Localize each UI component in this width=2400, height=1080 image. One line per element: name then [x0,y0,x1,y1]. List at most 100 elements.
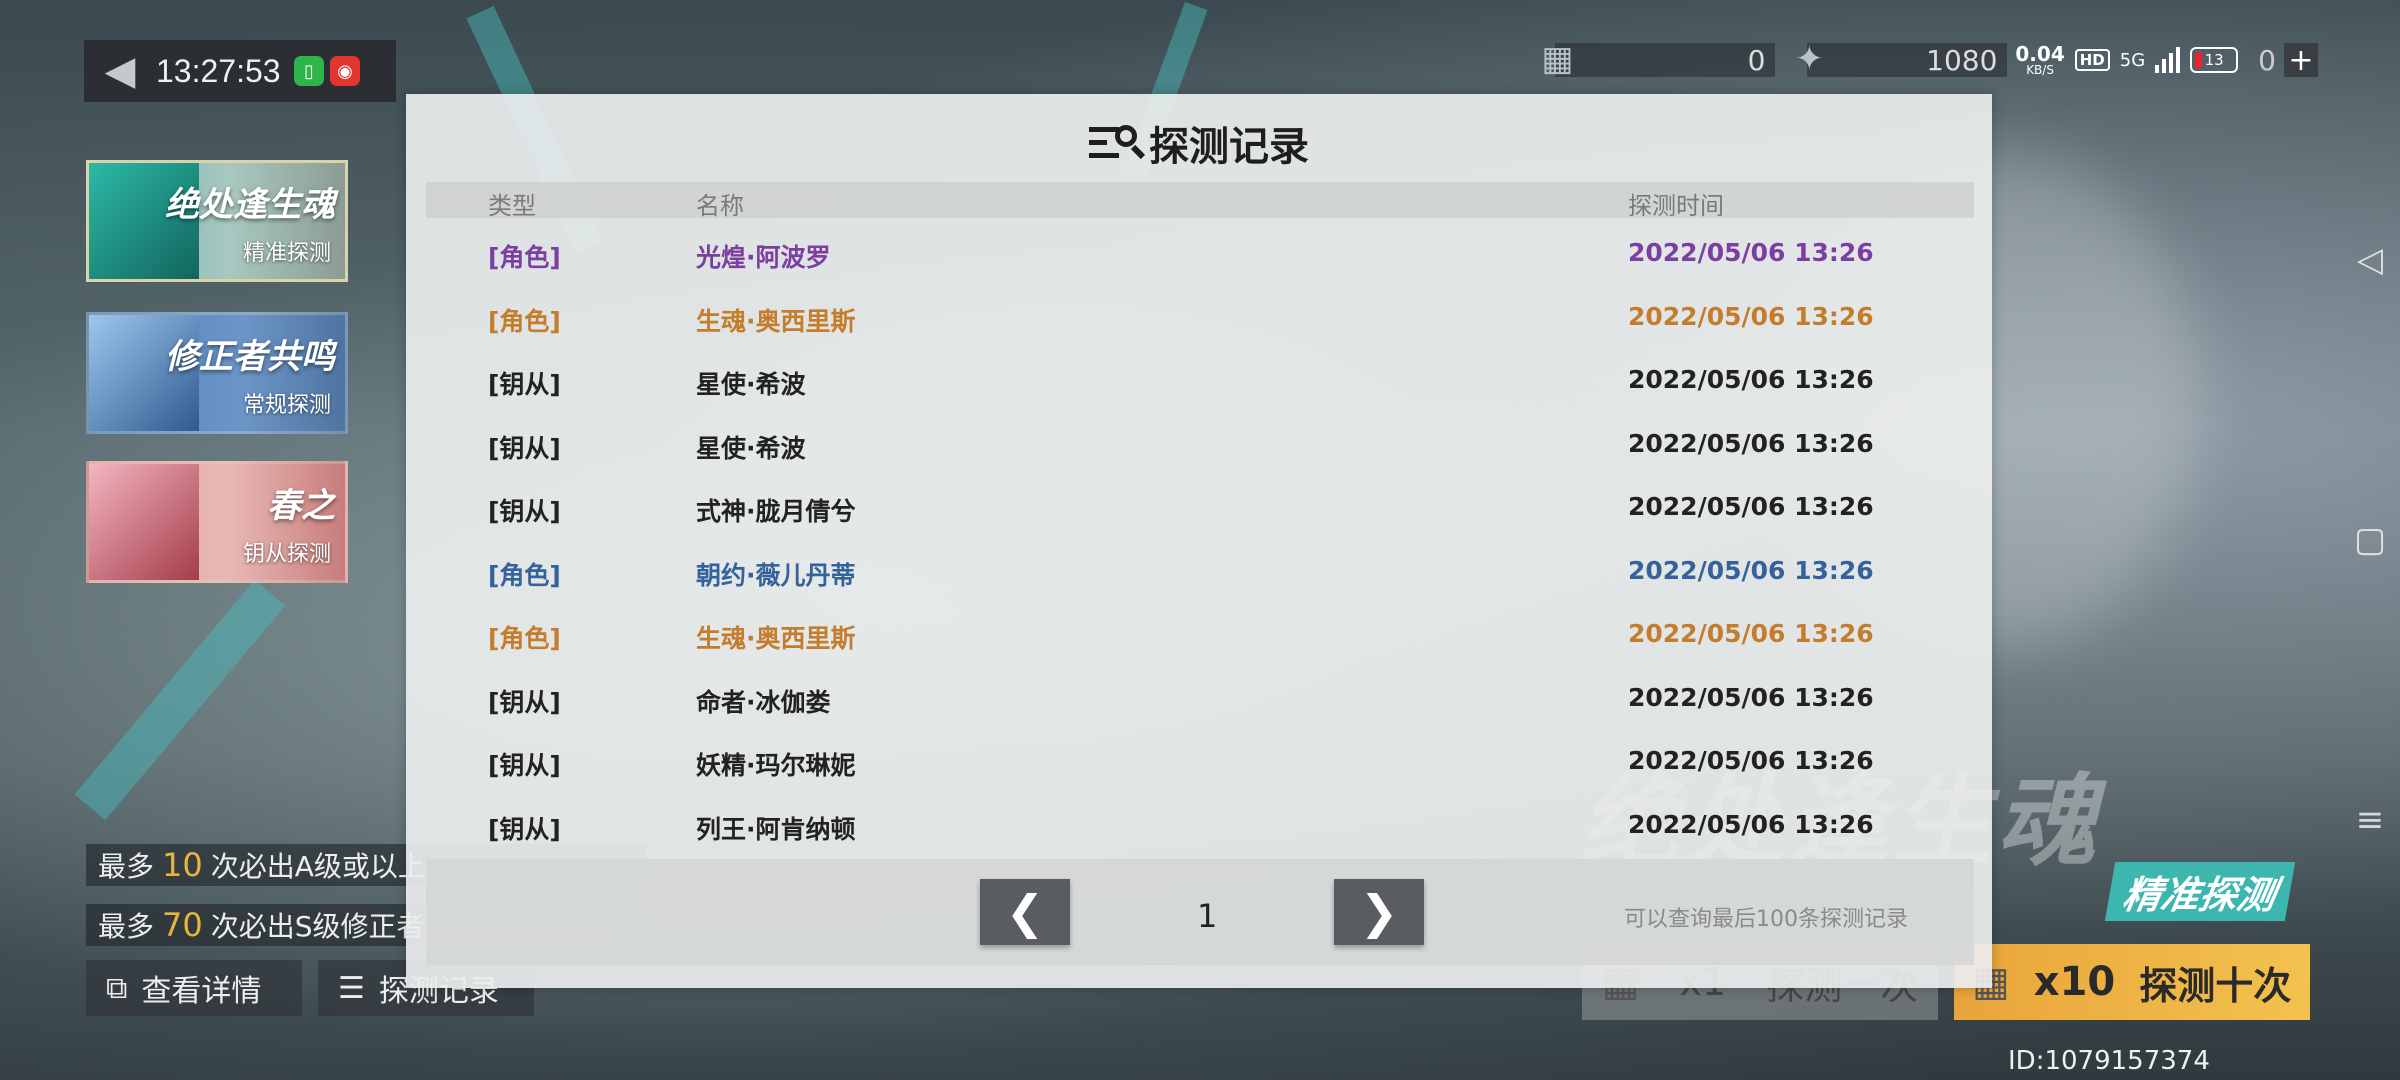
battery-level: 13 [2204,51,2224,69]
nav-back-icon[interactable]: ◁ [2357,240,2383,280]
header-name: 名称 [696,192,744,220]
add-currency: 0 + [2258,43,2318,78]
modal-title: 探测记录 [406,114,1992,172]
currency-value: 1080 [1926,43,1998,77]
header-time: 探测时间 [1628,192,1724,220]
row-name: 命者·冰伽娄 [696,687,831,717]
system-nav: ◁ ▢ ≡ [2340,240,2400,840]
row-type: [钥从] [488,497,561,526]
net-speed-unit: KB/S [2026,63,2054,77]
row-type: [钥从] [488,814,561,844]
row-time: 2022/05/06 13:26 [1628,809,1874,839]
table-row: [角色] 生魂·奥西里斯 2022/05/06 13:26 [426,605,1974,669]
row-time: 2022/05/06 13:26 [1628,238,1874,267]
row-name: 星使·希波 [696,370,806,399]
prev-page-button[interactable]: ❮ [980,879,1070,945]
row-type: [角色] [488,306,561,336]
table-row: [钥从] 星使·希波 2022/05/06 13:26 [426,351,1974,415]
row-name: 朝约·薇儿丹蒂 [696,560,856,590]
row-time: 2022/05/06 13:26 [1628,365,1874,394]
battery-icon: 13 [2190,47,2239,73]
nav-menu-icon[interactable]: ≡ [2356,800,2385,840]
currency-counter-crystal: ✦ 1080 [1795,39,2008,79]
banner-precise-detection[interactable]: 绝处逢生魂 精准探测 [86,160,348,282]
hd-icon: HD [2074,49,2110,71]
top-left-bar: ◀ 13:27:53 ▯ ◉ [84,40,396,102]
row-name: 列王·阿肯纳顿 [696,814,856,844]
table-row: [钥从] 命者·冰伽娄 2022/05/06 13:26 [426,669,1974,733]
pull-ten-label: 探测十次 [2139,963,2292,1008]
notification-icons: ▯ ◉ [294,56,360,86]
row-type: [钥从] [488,370,561,399]
net-speed-value: 0.04 [2015,42,2065,66]
pagination: ❮ 1 ❯ 可以查询最后100条探测记录 [426,859,1974,965]
banner-title: 绝处逢生魂 [165,185,335,225]
details-icon: ⧉ [106,970,128,1006]
row-name: 妖精·玛尔琳妮 [696,751,856,780]
row-time: 2022/05/06 13:26 [1628,428,1874,458]
row-type: [钥从] [488,751,561,780]
modal-title-text: 探测记录 [1149,124,1309,170]
nav-home-icon[interactable]: ▢ [2354,520,2386,560]
precise-detection-tag: 精准探测 [2104,862,2296,921]
table-row: [钥从] 式神·胧月倩兮 2022/05/06 13:26 [426,478,1974,542]
banner-regular-detection[interactable]: 修正者共鸣 常规探测 [86,312,348,434]
pull-ten-count: x10 [2033,959,2116,1005]
banner-subtitle: 钥从探测 [242,542,331,567]
signal-icon [2155,47,2181,73]
row-time: 2022/05/06 13:26 [1628,555,1874,585]
table-header: 类型 名称 探测时间 [426,182,1974,220]
currency-counter-ticket: ▦ 0 [1541,39,1776,79]
top-right-bar: ▦ 0 ✦ 1080 0.04 KB/S HD 5G 13 0 + [1541,39,2318,80]
list-icon: ☰ [338,970,365,1006]
banner-key-detection[interactable]: 春之 钥从探测 [86,461,348,583]
row-type: [角色] [488,243,561,272]
row-type: [角色] [488,560,561,590]
sim-notification-icon: ▯ [294,56,324,86]
records-search-icon [1089,123,1146,163]
table-row: [角色] 光煌·阿波罗 2022/05/06 13:26 [426,224,1974,288]
banner-title: 春之 [267,486,335,526]
records-limit-note: 可以查询最后100条探测记录 [1624,907,1908,932]
network-type: 5G [2119,49,2146,71]
row-name: 生魂·奥西里斯 [696,624,856,653]
table-row: [钥从] 星使·希波 2022/05/06 13:26 [426,415,1974,479]
back-arrow-icon: ◀ [104,48,136,94]
clock: 13:27:53 [156,52,281,89]
page-number: 1 [1197,897,1218,935]
system-status: 0.04 KB/S HD 5G 13 [2015,42,2239,77]
user-id: ID:1079157374 [2008,1046,2210,1076]
banner-art [89,464,199,580]
table-row: [钥从] 妖精·玛尔琳妮 2022/05/06 13:26 [426,732,1974,796]
ticket-icon: ▦ [1541,39,1574,79]
guarantee-prefix: 最多 [98,850,155,883]
currency-value: 0 [1747,43,1766,77]
app-notification-icon: ◉ [330,56,360,86]
banner-subtitle: 精准探测 [242,241,331,266]
row-type: [钥从] [488,433,561,463]
banner-subtitle: 常规探测 [242,393,331,418]
view-details-button[interactable]: ⧉ 查看详情 [86,960,302,1016]
chevron-right-icon: ❯ [1359,885,1399,939]
pull-ten-button[interactable]: ▦ x10 探测十次 [1954,944,2310,1020]
chevron-left-icon: ❮ [1005,885,1045,939]
next-page-button[interactable]: ❯ [1334,879,1424,945]
header-type: 类型 [488,192,536,220]
guarantee-number: 70 [162,906,203,944]
table-row: [钥从] 列王·阿肯纳顿 2022/05/06 13:26 [426,796,1974,860]
row-name: 光煌·阿波罗 [696,243,831,272]
guarantee-number: 10 [162,846,203,884]
records-list: [角色] 光煌·阿波罗 2022/05/06 13:26 [角色] 生魂·奥西里… [426,224,1974,859]
row-type: [钥从] [488,687,561,717]
guarantee-prefix: 最多 [98,910,155,943]
view-details-label: 查看详情 [141,974,262,1009]
row-time: 2022/05/06 13:26 [1628,301,1874,331]
background-shard [74,579,286,821]
row-time: 2022/05/06 13:26 [1628,682,1874,712]
plus-button[interactable]: + [2284,43,2318,78]
back-button[interactable]: ◀ [84,40,156,102]
table-row: [角色] 朝约·薇儿丹蒂 2022/05/06 13:26 [426,542,1974,606]
row-type: [角色] [488,624,561,653]
row-time: 2022/05/06 13:26 [1628,619,1874,648]
banner-title: 修正者共鸣 [165,337,335,377]
